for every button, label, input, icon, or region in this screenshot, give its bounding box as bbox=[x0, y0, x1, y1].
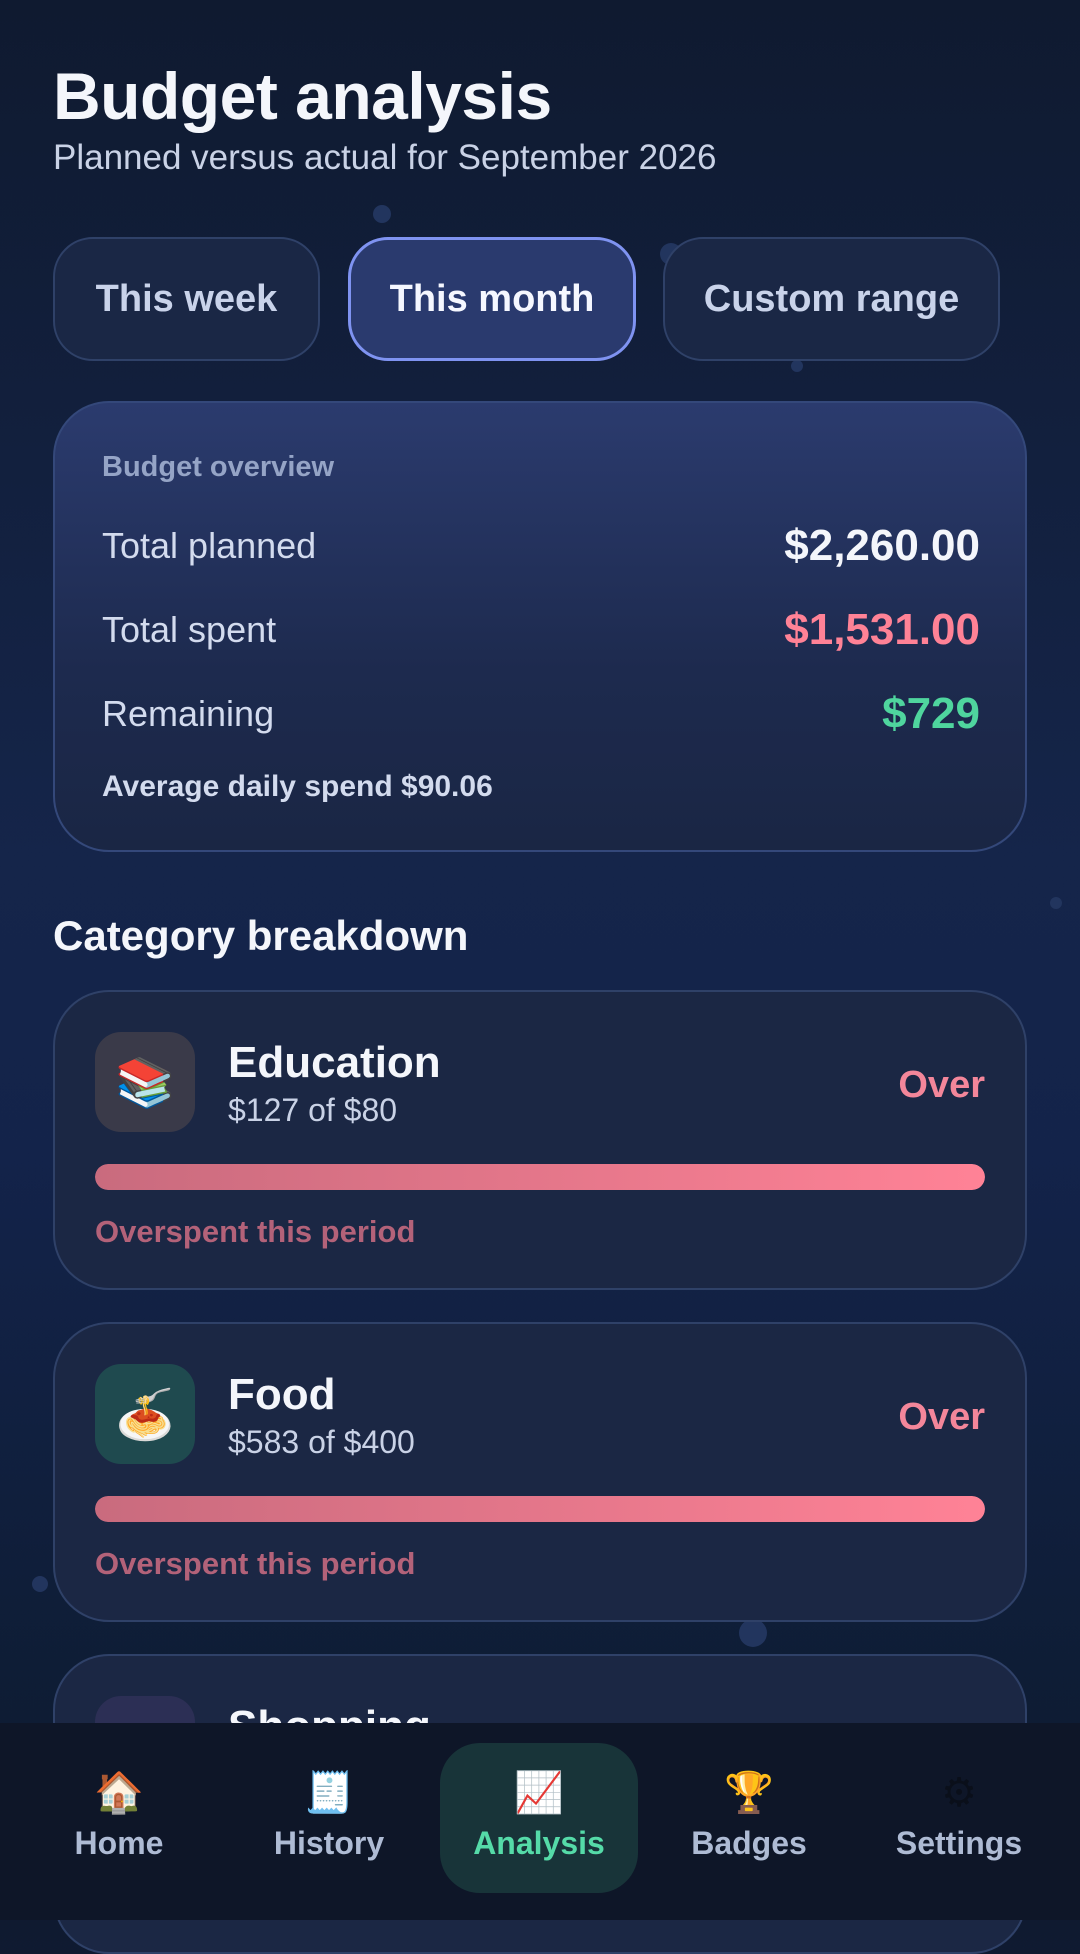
category-status: Over bbox=[898, 1396, 985, 1438]
average-daily-spend: Average daily spend $90.06 bbox=[102, 770, 493, 803]
section-title: Category breakdown bbox=[53, 912, 469, 959]
page-title: Budget analysis bbox=[53, 59, 552, 133]
nav-badges[interactable]: 🏆 Badges bbox=[650, 1743, 848, 1893]
spaghetti-icon: 🍝 bbox=[95, 1364, 195, 1464]
category-name: Food bbox=[228, 1370, 336, 1419]
overview-label: Budget overview bbox=[102, 451, 335, 483]
budget-overview-card: Budget overview Total planned $2,260.00 … bbox=[53, 401, 1027, 852]
category-amount: $583 of $400 bbox=[228, 1424, 415, 1460]
books-icon: 📚 bbox=[95, 1032, 195, 1132]
tab-this-month[interactable]: This month bbox=[348, 237, 636, 361]
total-spent-value: $1,531.00 bbox=[784, 605, 980, 654]
page-subtitle: Planned versus actual for September 2026 bbox=[53, 138, 717, 177]
category-status: Over bbox=[898, 1064, 985, 1106]
category-progress-bar bbox=[95, 1164, 985, 1190]
category-progress-fill bbox=[95, 1164, 985, 1190]
total-spent-label: Total spent bbox=[102, 609, 277, 650]
trophy-icon: 🏆 bbox=[724, 1771, 774, 1815]
category-note: Overspent this period bbox=[95, 1214, 416, 1249]
background-dot bbox=[1050, 897, 1062, 909]
nav-label: Analysis bbox=[473, 1825, 605, 1861]
nav-label: Settings bbox=[895, 1825, 1023, 1861]
background-dot bbox=[791, 360, 803, 372]
chart-icon: 📈 bbox=[514, 1771, 564, 1815]
remaining-label: Remaining bbox=[102, 693, 275, 734]
home-icon: 🏠 bbox=[94, 1771, 144, 1815]
nav-label: History bbox=[273, 1825, 385, 1861]
category-card-education[interactable]: 📚 Education $127 of $80 Over Overspent t… bbox=[53, 990, 1027, 1290]
category-amount: $127 of $80 bbox=[228, 1092, 398, 1128]
background-dot bbox=[739, 1619, 767, 1647]
receipt-icon: 🧾 bbox=[304, 1771, 354, 1815]
gear-icon: ⚙ bbox=[941, 1771, 977, 1815]
total-planned-row: Total planned $2,260.00 bbox=[102, 521, 980, 571]
nav-home[interactable]: 🏠 Home bbox=[20, 1743, 218, 1893]
background-dot bbox=[373, 205, 391, 223]
remaining-row: Remaining $729 bbox=[102, 689, 980, 739]
tab-this-week[interactable]: This week bbox=[53, 237, 320, 361]
tab-custom-range[interactable]: Custom range bbox=[663, 237, 1000, 361]
category-progress-fill bbox=[95, 1496, 985, 1522]
nav-label: Home bbox=[74, 1825, 164, 1861]
remaining-value: $729 bbox=[882, 689, 980, 738]
nav-analysis[interactable]: 📈 Analysis bbox=[440, 1743, 638, 1893]
category-progress-bar bbox=[95, 1496, 985, 1522]
nav-settings[interactable]: ⚙ Settings bbox=[860, 1743, 1058, 1893]
total-spent-row: Total spent $1,531.00 bbox=[102, 605, 980, 655]
nav-label: Badges bbox=[691, 1825, 807, 1861]
category-note: Overspent this period bbox=[95, 1546, 416, 1581]
category-name: Education bbox=[228, 1038, 441, 1087]
total-planned-label: Total planned bbox=[102, 525, 317, 566]
nav-history[interactable]: 🧾 History bbox=[230, 1743, 428, 1893]
background-dot bbox=[32, 1576, 48, 1592]
category-card-food[interactable]: 🍝 Food $583 of $400 Over Overspent this … bbox=[53, 1322, 1027, 1622]
total-planned-value: $2,260.00 bbox=[784, 521, 980, 570]
bottom-navigation: 🏠 Home 🧾 History 📈 Analysis 🏆 Badges ⚙ S… bbox=[0, 1723, 1080, 1920]
